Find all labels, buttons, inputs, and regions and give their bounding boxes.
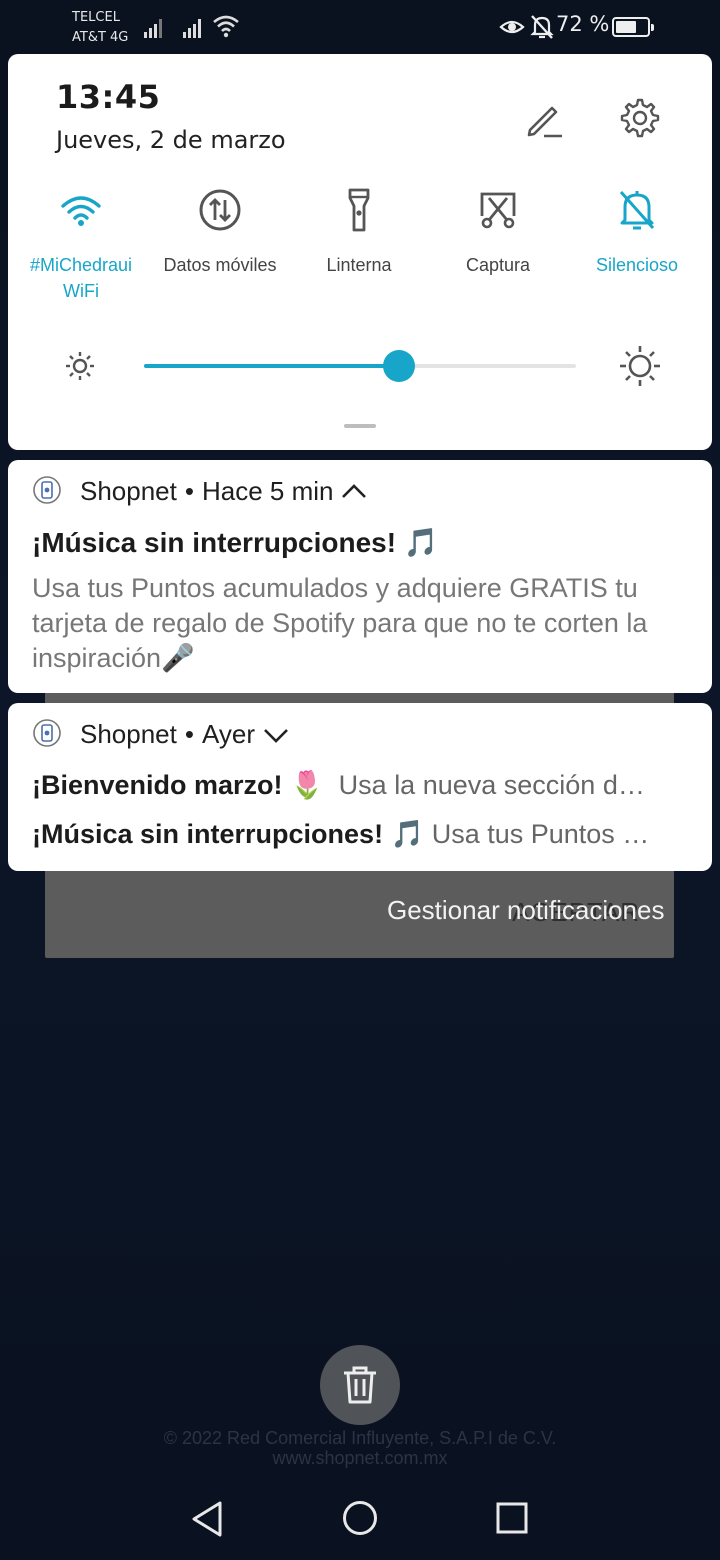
- brightness-low-icon: [66, 352, 94, 380]
- recent-apps-icon[interactable]: [496, 1502, 528, 1534]
- carrier-labels: TELCEL AT&T 4G: [72, 8, 128, 48]
- background-footer: © 2022 Red Comercial Influyente, S.A.P.I…: [0, 1428, 720, 1468]
- flashlight-icon: [348, 188, 370, 232]
- notification-card[interactable]: Shopnet • Hace 5 min ¡Música sin interru…: [8, 460, 712, 693]
- notification-time: Hace 5 min: [201, 476, 334, 506]
- battery-icon: [612, 17, 654, 37]
- tile-mobile-data[interactable]: Datos móviles: [150, 186, 290, 278]
- brightness-high-icon: [620, 346, 660, 386]
- bell-off-icon: [530, 15, 554, 39]
- summary-title: ¡Música sin interrupciones! 🎵: [32, 819, 425, 849]
- notification-summary-line: ¡Música sin interrupciones! 🎵 Usa tus Pu…: [32, 818, 682, 850]
- clock: 13:45: [56, 78, 161, 116]
- wifi-icon: [61, 196, 101, 226]
- date: Jueves, 2 de marzo: [56, 126, 286, 154]
- chevron-down-icon[interactable]: [263, 725, 289, 745]
- tile-label: Datos móviles: [163, 255, 277, 275]
- trash-icon: [344, 1366, 376, 1404]
- wifi-icon: [213, 15, 239, 38]
- shopnet-app-icon: [33, 719, 61, 747]
- gear-icon[interactable]: [618, 96, 662, 140]
- copyright-line: © 2022 Red Comercial Influyente, S.A.P.I…: [163, 1428, 557, 1448]
- mobile-data-icon: [199, 189, 241, 231]
- signal-icon: [183, 19, 201, 38]
- tile-wifi[interactable]: #MiChedraui WiFi: [11, 186, 151, 304]
- chevron-up-icon[interactable]: [341, 482, 367, 502]
- notification-title: ¡Música sin interrupciones! 🎵: [32, 527, 439, 558]
- notification-time: Ayer: [201, 719, 255, 749]
- summary-title: ¡Bienvenido marzo! 🌷: [32, 770, 324, 800]
- clear-all-button[interactable]: [320, 1345, 400, 1425]
- notification-card[interactable]: Shopnet • Ayer ¡Bienvenido marzo! 🌷 Usa …: [8, 703, 712, 871]
- slider-fill: [144, 364, 399, 368]
- bell-off-icon: [619, 191, 655, 230]
- website-line: www.shopnet.com.mx: [272, 1448, 448, 1468]
- tile-silent[interactable]: Silencioso: [567, 186, 707, 278]
- drag-handle[interactable]: [344, 424, 376, 428]
- carrier-2: AT&T 4G: [72, 30, 129, 45]
- tile-label: Silencioso: [595, 255, 679, 275]
- notification-app-name: Shopnet: [80, 476, 177, 506]
- edit-icon[interactable]: [522, 98, 566, 142]
- signal-icon: [144, 19, 162, 38]
- carrier-1: TELCEL: [72, 10, 120, 25]
- shopnet-app-icon: [33, 476, 61, 504]
- tile-label: WiFi: [63, 281, 99, 301]
- notification-header: Shopnet • Ayer: [80, 719, 289, 750]
- battery-percent: 72 %: [556, 12, 610, 36]
- back-icon[interactable]: [190, 1500, 224, 1538]
- tile-label: Captura: [465, 255, 531, 275]
- notification-header: Shopnet • Hace 5 min: [80, 476, 367, 507]
- home-icon[interactable]: [342, 1500, 378, 1536]
- screenshot-icon: [480, 192, 516, 229]
- tile-screenshot[interactable]: Captura: [428, 186, 568, 278]
- summary-text: Usa tus Puntos …: [431, 819, 650, 849]
- manage-notifications-link[interactable]: Gestionar notificaciones: [387, 895, 664, 926]
- eye-icon: [499, 20, 525, 34]
- notification-summary-line: ¡Bienvenido marzo! 🌷 Usa la nueva secció…: [32, 769, 682, 801]
- quick-settings-panel: 13:45 Jueves, 2 de marzo #MiChedraui WiF…: [8, 54, 712, 450]
- slider-thumb[interactable]: [382, 350, 415, 382]
- summary-text: Usa la nueva sección d…: [338, 770, 645, 800]
- navigation-bar: [0, 1480, 720, 1560]
- notification-app-name: Shopnet: [80, 719, 177, 749]
- battery-fill: [616, 21, 637, 33]
- tile-label: #MiChedraui: [29, 255, 133, 275]
- notification-body: Usa tus Puntos acumulados y adquiere GRA…: [32, 573, 648, 673]
- tile-label: Linterna: [326, 255, 392, 275]
- separator-dot: •: [184, 476, 194, 506]
- tile-flashlight[interactable]: Linterna: [289, 186, 429, 278]
- separator-dot: •: [184, 719, 194, 749]
- status-bar: TELCEL AT&T 4G 72 %: [0, 0, 720, 54]
- brightness-slider[interactable]: [144, 348, 576, 384]
